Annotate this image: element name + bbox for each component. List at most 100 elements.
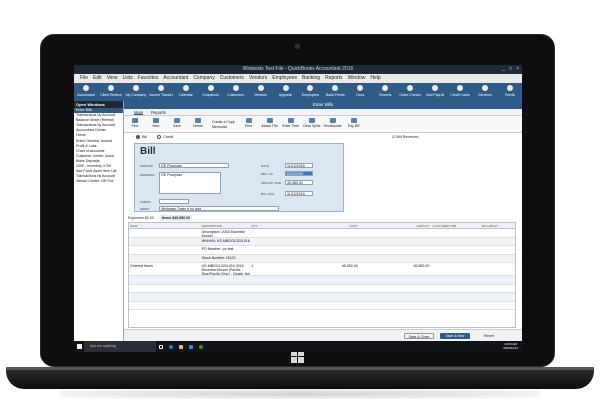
- qty-cell[interactable]: 1: [250, 263, 298, 275]
- item-cell[interactable]: [129, 302, 201, 310]
- iconbar-client-review[interactable]: Client Review: [100, 83, 122, 101]
- customer-job-cell[interactable]: [431, 293, 481, 301]
- tab-items[interactable]: Items $45,580.00: [159, 215, 193, 221]
- save-new-button[interactable]: Save & New: [440, 333, 470, 339]
- table-row[interactable]: PO Number: po test: [129, 246, 515, 255]
- description-cell[interactable]: US-MBDO1320L516 2016 Moomba Mondo (Pacif…: [201, 263, 251, 275]
- customer-job-cell[interactable]: [431, 263, 481, 275]
- recalculate-button[interactable]: Recalculate: [323, 116, 342, 132]
- amount-cell[interactable]: [360, 276, 432, 284]
- delete-button[interactable]: Delete: [191, 116, 205, 132]
- cost-cell[interactable]: [298, 246, 360, 254]
- tab-reports[interactable]: Reports: [151, 109, 166, 115]
- tab-main[interactable]: Main: [134, 109, 144, 115]
- iconbar-customers[interactable]: Customers: [227, 83, 244, 101]
- amount-cell[interactable]: [360, 246, 432, 254]
- cost-cell[interactable]: [298, 302, 360, 310]
- terms-dropdown[interactable]: [159, 199, 189, 204]
- table-row[interactable]: Description: 2016 Moomba Mondo: [129, 229, 515, 238]
- bill-received-checkbox[interactable]: ☑ Bill Received: [392, 133, 418, 141]
- memo-field[interactable]: Winbeats Order # po test: [159, 206, 279, 211]
- billable-cell[interactable]: [481, 263, 515, 275]
- menu-edit[interactable]: Edit: [93, 74, 102, 83]
- billable-cell[interactable]: [481, 293, 515, 301]
- cost-cell[interactable]: 45,580.00: [298, 263, 360, 275]
- item-cell[interactable]: [129, 238, 201, 246]
- clear-splits-button[interactable]: Clear Splits: [303, 116, 321, 132]
- enter-time-button[interactable]: Enter Time: [282, 116, 299, 132]
- qty-cell[interactable]: [250, 246, 298, 254]
- table-row[interactable]: Stock Number: M123: [129, 254, 515, 263]
- billable-cell[interactable]: [481, 238, 515, 246]
- cortana-search[interactable]: Ask me anything: [84, 341, 156, 352]
- item-cell[interactable]: [129, 229, 201, 237]
- menu-employees[interactable]: Employees: [272, 74, 297, 83]
- cost-cell[interactable]: [298, 293, 360, 301]
- iconbar-add-payroll[interactable]: Add Payroll: [426, 83, 444, 101]
- description-cell[interactable]: Stock Number: M123: [201, 255, 251, 263]
- ref-field[interactable]: E0302060: [285, 171, 313, 176]
- menu-file[interactable]: File: [80, 74, 88, 83]
- item-cell[interactable]: [129, 285, 201, 293]
- iconbar-upgrade[interactable]: Upgrade: [278, 83, 294, 101]
- billable-cell[interactable]: [481, 255, 515, 263]
- menu-help[interactable]: Help: [370, 74, 380, 83]
- qty-cell[interactable]: [250, 255, 298, 263]
- iconbar-accountant[interactable]: Accountant: [77, 83, 95, 101]
- item-cell[interactable]: [129, 246, 201, 254]
- date-field[interactable]: 11/12/2016: [285, 163, 313, 168]
- billable-cell[interactable]: [481, 302, 515, 310]
- customer-job-cell[interactable]: [431, 302, 481, 310]
- billable-cell[interactable]: [481, 285, 515, 293]
- cost-cell[interactable]: [298, 276, 360, 284]
- description-cell[interactable]: PO Number: po test: [201, 246, 251, 254]
- bill-radio[interactable]: Bill: [136, 133, 147, 141]
- menu-vendors[interactable]: Vendors: [249, 74, 267, 83]
- qty-cell[interactable]: [250, 276, 298, 284]
- bill-due-field[interactable]: 11/12/2016: [285, 191, 313, 196]
- customer-job-cell[interactable]: [431, 238, 481, 246]
- revert-button[interactable]: Revert: [476, 333, 502, 339]
- start-button[interactable]: [74, 341, 84, 352]
- address-field[interactable]: GE Floorplan: [159, 172, 221, 194]
- iconbar-income-tracker[interactable]: Income Tracker: [149, 83, 173, 101]
- table-row[interactable]: [129, 302, 515, 310]
- iconbar-vendors[interactable]: Vendors: [253, 83, 269, 101]
- iconbar-snapshots[interactable]: Snapshots: [202, 83, 219, 101]
- qty-cell[interactable]: [250, 229, 298, 237]
- task-view-button[interactable]: [156, 341, 166, 352]
- billable-cell[interactable]: [481, 229, 515, 237]
- attach-file-button[interactable]: Attach File: [261, 116, 278, 132]
- iconbar-order-checks[interactable]: Order Checks: [399, 83, 421, 101]
- iconbar-employees[interactable]: Employees: [302, 83, 319, 101]
- customer-job-cell[interactable]: [431, 246, 481, 254]
- iconbar-reports[interactable]: Reports: [377, 83, 393, 101]
- table-row[interactable]: [129, 285, 515, 293]
- iconbar-services[interactable]: Services: [477, 83, 493, 101]
- system-clock[interactable]: 10:03 AM 2016/11/14: [503, 342, 522, 350]
- qty-cell[interactable]: [250, 238, 298, 246]
- save-button[interactable]: Save: [170, 116, 184, 132]
- amount-cell[interactable]: 45,580.00: [360, 263, 432, 275]
- item-cell[interactable]: [129, 255, 201, 263]
- description-cell[interactable]: [201, 302, 251, 310]
- description-cell[interactable]: Description: 2016 Moomba Mondo: [201, 229, 251, 236]
- edge-button[interactable]: [166, 341, 176, 352]
- customer-job-cell[interactable]: [431, 229, 481, 237]
- cost-cell[interactable]: [298, 285, 360, 293]
- vendor-field[interactable]: GE Floorplan: [159, 163, 229, 168]
- quickbooks-taskbar-button[interactable]: [196, 341, 206, 352]
- iconbar-calendar[interactable]: Calendar: [178, 83, 194, 101]
- customer-job-cell[interactable]: [431, 276, 481, 284]
- menu-favorites[interactable]: Favorites: [138, 74, 159, 83]
- credit-radio[interactable]: Credit: [157, 133, 173, 141]
- table-row[interactable]: [129, 293, 515, 302]
- save-close-button[interactable]: Save & Close: [404, 333, 434, 339]
- store-button[interactable]: [186, 341, 196, 352]
- maximize-icon[interactable]: □: [509, 66, 512, 73]
- iconbar-feedback[interactable]: Feedb: [502, 83, 518, 101]
- customer-job-cell[interactable]: [431, 255, 481, 263]
- iconbar-bank-feeds[interactable]: Bank Feeds: [326, 83, 345, 101]
- menu-customers[interactable]: Customers: [220, 74, 244, 83]
- menu-reports[interactable]: Reports: [325, 74, 343, 83]
